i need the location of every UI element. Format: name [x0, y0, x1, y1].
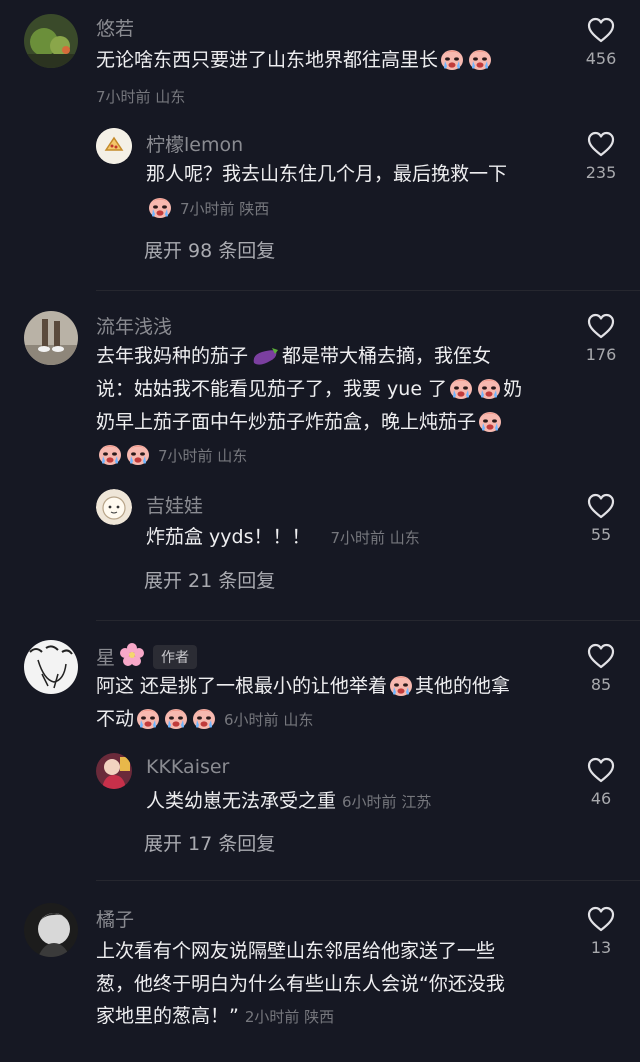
- crying-emoji-icon: [388, 673, 414, 697]
- comment-text-content: 家地里的葱高！”: [96, 1005, 239, 1027]
- username[interactable]: 流年浅浅: [96, 312, 172, 339]
- reply-text: 炸茄盒 yyds！！！ 7小时前 山东: [146, 521, 420, 554]
- crying-emoji-icon: [135, 706, 161, 730]
- heart-icon: [587, 131, 615, 157]
- comment-text: 上次看有个网友说隔壁山东邻居给他家送了一些: [96, 935, 495, 967]
- comment-meta: 2小时前 陕西: [244, 1008, 335, 1026]
- comment-text-line2: 说：姑姑我不能看见茄子了，我要 yue 了 奶: [96, 373, 522, 405]
- reply-meta: 7小时前 山东: [330, 529, 420, 547]
- avatar[interactable]: [24, 14, 78, 68]
- avatar[interactable]: [96, 489, 132, 525]
- username-text: 星: [96, 647, 116, 669]
- crying-emoji-icon: [467, 47, 493, 71]
- divider: [96, 290, 640, 291]
- divider: [96, 620, 640, 621]
- crying-emoji-icon: [125, 442, 151, 466]
- heart-icon: [587, 313, 615, 339]
- like-count: 456: [585, 49, 617, 68]
- comment-text-content: 其他的他拿: [415, 675, 511, 697]
- comment-text-line2: 不动 6小时前 山东: [96, 703, 313, 736]
- crying-emoji-icon: [163, 706, 189, 730]
- like-button[interactable]: 13: [576, 906, 626, 957]
- avatar[interactable]: [24, 903, 78, 957]
- comment-text: 阿这 还是挑了一根最小的让他举着 其他的他拿: [96, 670, 510, 702]
- like-count: 235: [585, 163, 617, 182]
- crying-emoji-icon: [476, 376, 502, 400]
- reply-username[interactable]: KKKaiser: [146, 756, 229, 778]
- comment-text-line3: 奶早上茄子面中午炒茄子炸茄盒，晚上炖茄子: [96, 406, 504, 438]
- heart-icon: [587, 757, 615, 783]
- comment-text-line2: 葱，他终于明白为什么有些山东人会说“你还没我: [96, 968, 505, 1000]
- crying-emoji-icon: [97, 442, 123, 466]
- author-badge: 作者: [153, 645, 198, 669]
- reply-text-content: 那人呢？我去山东住几个月，最后挽救一下: [146, 163, 508, 185]
- comment-text-content: 都是带大桶去摘，我侄女: [282, 345, 492, 367]
- reply-text: 人类幼崽无法承受之重 6小时前 江苏: [146, 785, 431, 818]
- comment-text-content: 葱，他终于明白为什么有些山东人会说“你还没我: [96, 973, 505, 995]
- like-count: 55: [590, 525, 612, 544]
- expand-replies-button[interactable]: 展开 98 条回复: [144, 236, 275, 263]
- heart-icon: [587, 17, 615, 43]
- comment-text-content: 奶早上茄子面中午炒茄子炸茄盒，晚上炖茄子: [96, 411, 477, 433]
- crying-emoji-icon: [477, 409, 503, 433]
- comment-text-line4: 7小时前 山东: [96, 439, 247, 472]
- reply-username[interactable]: 吉娃娃: [146, 491, 203, 518]
- like-count: 176: [585, 345, 617, 364]
- like-button[interactable]: 235: [576, 131, 626, 182]
- like-button[interactable]: 176: [576, 313, 626, 364]
- like-button[interactable]: 85: [576, 643, 626, 694]
- cherry-blossom-icon: [120, 643, 145, 666]
- comment-text-content: 说：姑姑我不能看见茄子了，我要 yue 了: [96, 378, 448, 400]
- heart-icon: [587, 906, 615, 932]
- avatar[interactable]: [24, 311, 78, 365]
- reply-text: 那人呢？我去山东住几个月，最后挽救一下: [146, 158, 507, 190]
- heart-icon: [587, 643, 615, 669]
- like-count: 13: [590, 938, 612, 957]
- username[interactable]: 橘子: [96, 905, 134, 932]
- comment-text: 去年我妈种的茄子 都是带大桶去摘，我侄女: [96, 340, 491, 372]
- comment-text-content: 上次看有个网友说隔壁山东邻居给他家送了一些: [96, 940, 496, 962]
- reply-text-line2: 7小时前 陕西: [146, 192, 269, 225]
- avatar[interactable]: [96, 753, 132, 789]
- crying-emoji-icon: [439, 47, 465, 71]
- comment-text-content: 不动: [96, 708, 135, 730]
- reply-text-content: 人类幼崽无法承受之重: [146, 790, 337, 812]
- comment-meta: 7小时前 山东: [158, 447, 248, 465]
- like-button[interactable]: 46: [576, 757, 626, 808]
- like-count: 85: [590, 675, 612, 694]
- heart-icon: [587, 493, 615, 519]
- like-button[interactable]: 456: [576, 17, 626, 68]
- comment-text-content: 无论啥东西只要进了山东地界都往高里长: [96, 49, 439, 71]
- crying-emoji-icon: [448, 376, 474, 400]
- crying-emoji-icon: [191, 706, 217, 730]
- expand-replies-button[interactable]: 展开 21 条回复: [144, 566, 275, 593]
- reply-text-content: 炸茄盒 yyds！！！: [146, 526, 311, 548]
- avatar[interactable]: [24, 640, 78, 694]
- comment-meta: 6小时前 山东: [224, 711, 314, 729]
- reply-meta: 7小时前 陕西: [180, 200, 270, 218]
- like-button[interactable]: 55: [576, 493, 626, 544]
- like-count: 46: [590, 789, 612, 808]
- comment-text-line3: 家地里的葱高！” 2小时前 陕西: [96, 1000, 334, 1033]
- comment-meta: 7小时前 山东: [96, 88, 186, 106]
- comment-text-content: 奶: [503, 378, 523, 400]
- eggplant-icon: [253, 348, 279, 365]
- comment-text: 无论啥东西只要进了山东地界都往高里长: [96, 44, 494, 76]
- comment-text-content: 去年我妈种的茄子: [96, 345, 249, 367]
- username[interactable]: 星 作者: [96, 642, 198, 670]
- avatar[interactable]: [96, 128, 132, 164]
- reply-username[interactable]: 柠檬lemon: [146, 130, 243, 157]
- crying-emoji-icon: [147, 195, 173, 219]
- divider: [96, 880, 640, 881]
- reply-meta: 6小时前 江苏: [342, 793, 432, 811]
- expand-replies-button[interactable]: 展开 17 条回复: [144, 829, 275, 856]
- comment-text-content: 阿这 还是挑了一根最小的让他举着: [96, 675, 388, 697]
- username[interactable]: 悠若: [96, 14, 134, 41]
